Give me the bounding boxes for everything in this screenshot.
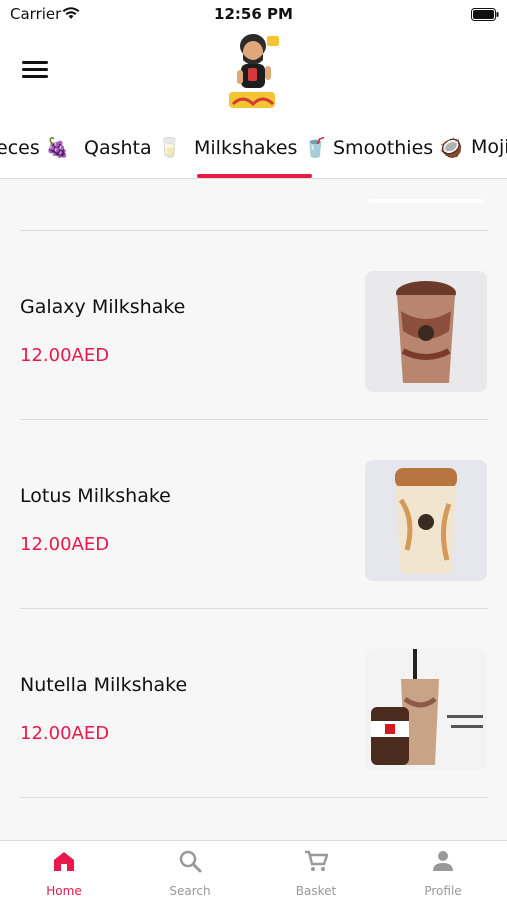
product-item[interactable]: Nutella Milkshake 12.00AED [0, 608, 507, 797]
logo [223, 30, 285, 118]
person-icon [431, 849, 455, 873]
product-name: Galaxy Milkshake [20, 296, 186, 318]
product-price: 12.00AED [20, 345, 110, 366]
category-tabs: eces 🍇 Qashta 🥛 Milkshakes 🥤 Smoothies 🥥… [0, 120, 507, 179]
tab-label: Basket [295, 884, 337, 898]
product-price: 12.00AED [20, 723, 110, 744]
home-icon [52, 849, 76, 873]
product-image [365, 460, 487, 581]
cart-icon [304, 849, 329, 873]
tab-qashta[interactable]: Qashta 🥛 [84, 136, 181, 159]
tab-juices[interactable]: eces 🍇 [0, 136, 69, 159]
battery-icon [471, 7, 499, 21]
status-bar: Carrier 12:56 PM [0, 0, 507, 28]
product-image [365, 271, 487, 392]
tab-profile[interactable]: Profile [380, 841, 506, 901]
tab-label: Profile [424, 884, 462, 898]
tab-label: Search [169, 884, 211, 898]
tab-mojito[interactable]: Mojit [471, 136, 507, 158]
search-icon [178, 849, 202, 873]
product-item[interactable]: Galaxy Milkshake 12.00AED [0, 230, 507, 419]
hamburger-menu-icon [22, 61, 48, 78]
tab-basket[interactable]: Basket [253, 841, 379, 901]
tab-milkshakes[interactable]: Milkshakes 🥤 [194, 136, 327, 159]
tab-smoothies[interactable]: Smoothies 🥥 [333, 136, 463, 159]
clock: 12:56 PM [214, 5, 293, 23]
bottom-tab-bar: Home Search Basket Profile [0, 840, 507, 901]
divider [20, 797, 488, 798]
product-name: Lotus Milkshake [20, 485, 171, 507]
product-item[interactable]: Lotus Milkshake 12.00AED [0, 419, 507, 608]
product-name: Nutella Milkshake [20, 674, 188, 696]
product-price: 12.00AED [20, 534, 110, 555]
tab-label: Home [46, 884, 82, 898]
active-tab-indicator [197, 174, 312, 178]
previous-item-edge [368, 199, 484, 203]
menu-button[interactable] [22, 61, 48, 81]
product-image [365, 649, 487, 770]
product-list[interactable]: Galaxy Milkshake 12.00AED Lotus Milkshak… [0, 179, 507, 839]
app-header [0, 28, 507, 120]
tab-search[interactable]: Search [127, 841, 253, 901]
tab-home[interactable]: Home [1, 841, 127, 901]
